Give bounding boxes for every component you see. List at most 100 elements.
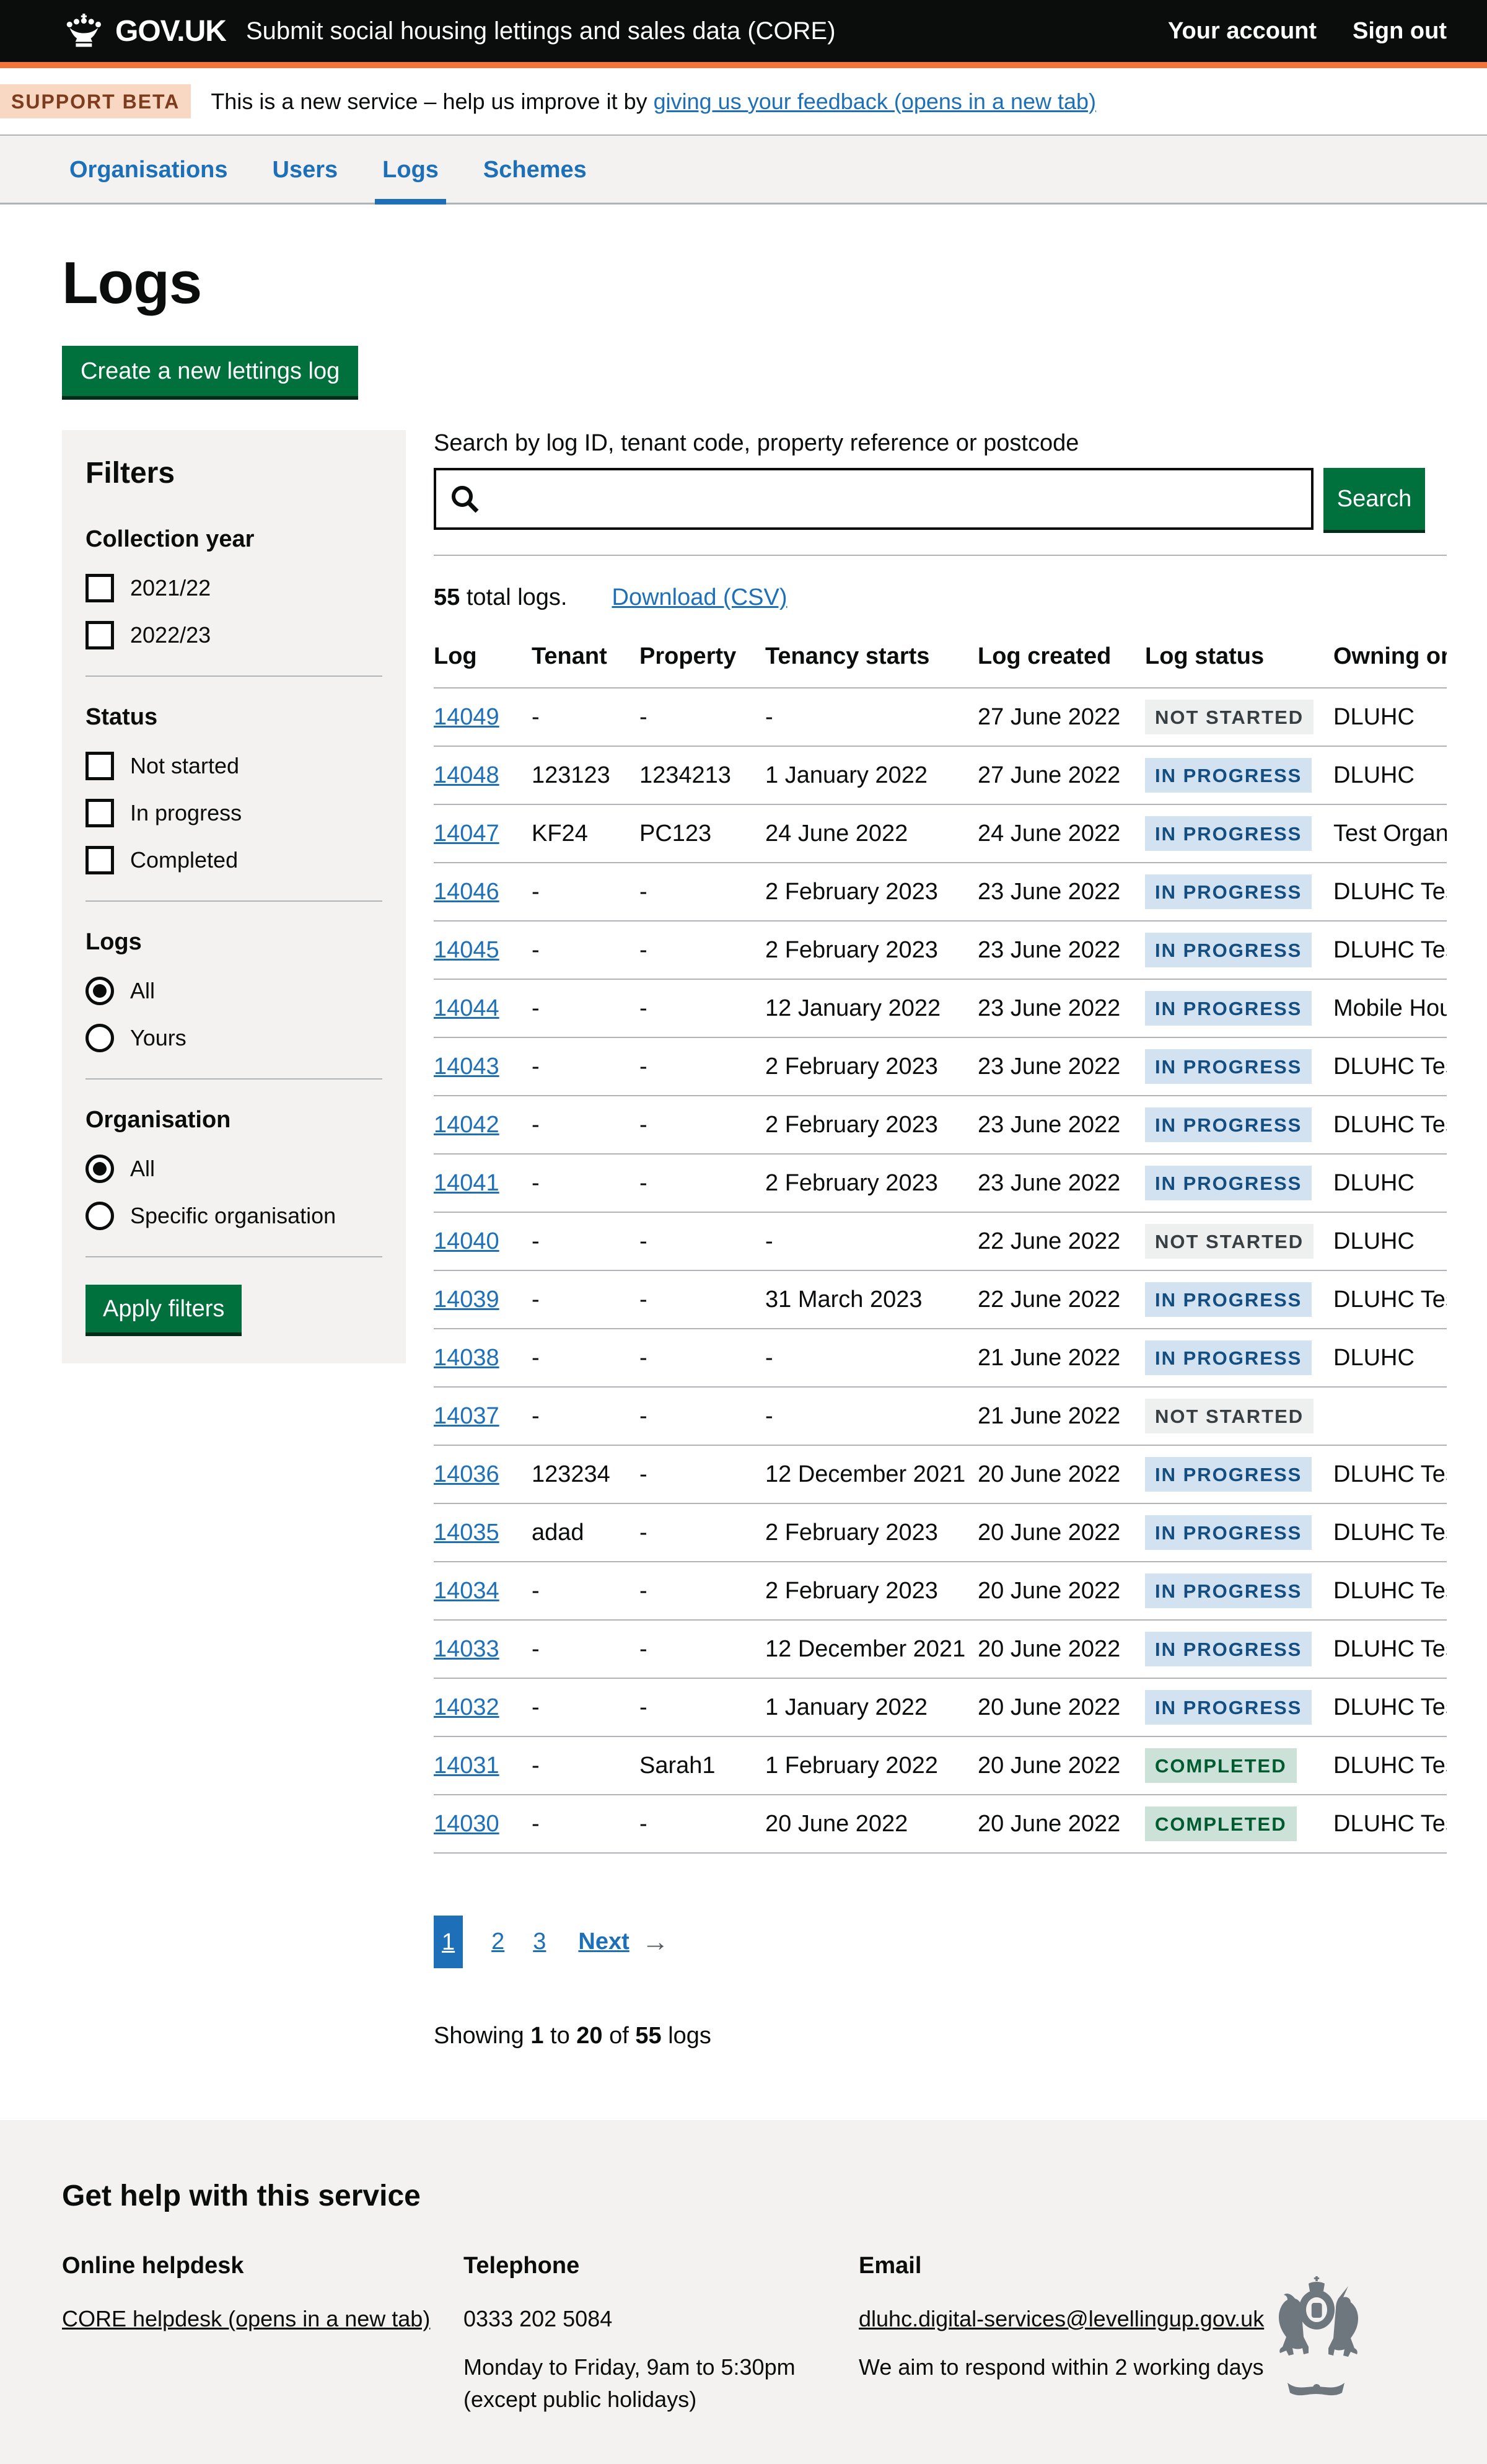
radio-logs-yours[interactable]: Yours — [86, 1024, 382, 1052]
checkbox-icon[interactable] — [86, 621, 114, 649]
email-link[interactable]: dluhc.digital-services@levellingup.gov.u… — [859, 2306, 1264, 2331]
tenancy-starts-cell: 2 February 2023 — [765, 1054, 978, 1080]
log-id-link[interactable]: 14033 — [434, 1636, 499, 1662]
checkbox-icon[interactable] — [86, 752, 114, 780]
log-id-link[interactable]: 14047 — [434, 821, 499, 847]
tenancy-starts-cell: 2 February 2023 — [765, 1112, 978, 1138]
radio-organisation-all[interactable]: All — [86, 1155, 382, 1183]
log-id-link[interactable]: 14043 — [434, 1054, 499, 1080]
service-name-link[interactable]: Submit social housing lettings and sales… — [246, 17, 1168, 45]
status-badge: IN PROGRESS — [1145, 933, 1312, 967]
helpdesk-heading: Online helpdesk — [62, 2253, 463, 2279]
core-helpdesk-link[interactable]: CORE helpdesk (opens in a new tab) — [62, 2306, 430, 2331]
radio-icon[interactable] — [86, 1024, 114, 1052]
nav-item-users[interactable]: Users — [265, 136, 346, 203]
checkbox-2022-23[interactable]: 2022/23 — [86, 621, 382, 649]
table-row: 14043 - - 2 February 2023 23 June 2022 I… — [434, 1038, 1447, 1096]
tenant-cell: - — [532, 1112, 639, 1138]
checkbox-not-started[interactable]: Not started — [86, 752, 382, 780]
create-lettings-log-button[interactable]: Create a new lettings log — [62, 346, 358, 396]
checkbox-in-progress[interactable]: In progress — [86, 799, 382, 827]
nav-item-schemes[interactable]: Schemes — [476, 136, 594, 203]
log-id-link[interactable]: 14049 — [434, 704, 499, 730]
search-label: Search by log ID, tenant code, property … — [434, 430, 1447, 457]
status-badge: IN PROGRESS — [1145, 1340, 1312, 1375]
log-id-link[interactable]: 14034 — [434, 1578, 499, 1604]
search-button[interactable]: Search — [1323, 468, 1425, 530]
pagination-page-1-current[interactable]: 1 — [434, 1916, 463, 1968]
checkbox-icon[interactable] — [86, 846, 114, 874]
property-cell: - — [639, 995, 765, 1022]
property-cell: - — [639, 1403, 765, 1430]
checkbox-icon[interactable] — [86, 799, 114, 827]
checkbox-label: Completed — [130, 847, 238, 873]
status-badge: IN PROGRESS — [1145, 1166, 1312, 1200]
log-created-cell: 24 June 2022 — [978, 821, 1145, 847]
crown-icon — [62, 14, 105, 48]
log-id-link[interactable]: 14040 — [434, 1228, 499, 1254]
radio-icon[interactable] — [86, 1202, 114, 1230]
property-cell: - — [639, 1287, 765, 1313]
radio-icon[interactable] — [86, 1155, 114, 1183]
total-logs-count: 55 — [434, 584, 460, 610]
tenant-cell: - — [532, 937, 639, 964]
log-id-link[interactable]: 14042 — [434, 1112, 499, 1138]
filters-divider — [86, 900, 382, 902]
log-id-link[interactable]: 14036 — [434, 1461, 499, 1487]
govuk-logo-link[interactable]: GOV.UK — [62, 14, 226, 48]
pagination-next-link[interactable]: Next — [578, 1929, 629, 1955]
checkbox-label: Not started — [130, 753, 239, 779]
radio-logs-all[interactable]: All — [86, 977, 382, 1005]
download-csv-link[interactable]: Download (CSV) — [612, 584, 787, 611]
tenancy-starts-cell: 24 June 2022 — [765, 821, 978, 847]
log-id-link[interactable]: 14038 — [434, 1345, 499, 1371]
log-id-link[interactable]: 14037 — [434, 1403, 499, 1429]
col-log-created: Log created — [978, 643, 1145, 670]
nav-item-organisations[interactable]: Organisations — [62, 136, 235, 203]
log-id-link[interactable]: 14032 — [434, 1694, 499, 1720]
tenant-cell: - — [532, 1054, 639, 1080]
feedback-link[interactable]: giving us your feedback (opens in a new … — [654, 89, 1096, 114]
tenant-cell: - — [532, 1636, 639, 1663]
status-badge: IN PROGRESS — [1145, 758, 1312, 793]
col-owning-organisation: Owning organisation — [1333, 643, 1447, 670]
results-divider — [434, 555, 1447, 556]
nav-item-logs[interactable]: Logs — [375, 136, 446, 205]
table-header-row: Log Tenant Property Tenancy starts Log c… — [434, 637, 1447, 689]
logs-heading: Logs — [86, 929, 382, 956]
your-account-link[interactable]: Your account — [1168, 18, 1317, 45]
filters-panel: Filters Collection year 2021/22 2022/23 … — [62, 430, 406, 1363]
pagination-page-2[interactable]: 2 — [491, 1929, 504, 1955]
apply-filters-button[interactable]: Apply filters — [86, 1285, 242, 1332]
checkbox-completed[interactable]: Completed — [86, 846, 382, 874]
log-id-link[interactable]: 14048 — [434, 762, 499, 788]
log-id-link[interactable]: 14030 — [434, 1811, 499, 1837]
table-row: 14030 - - 20 June 2022 20 June 2022 COMP… — [434, 1795, 1447, 1854]
log-id-link[interactable]: 14045 — [434, 937, 499, 963]
search-input[interactable] — [434, 468, 1314, 530]
property-cell: - — [639, 1694, 765, 1721]
status-badge: IN PROGRESS — [1145, 1573, 1312, 1608]
tenant-cell: - — [532, 1811, 639, 1837]
radio-icon[interactable] — [86, 977, 114, 1005]
tenant-cell: KF24 — [532, 821, 639, 847]
footer-email-column: Email dluhc.digital-services@levellingup… — [859, 2253, 1264, 2416]
table-row: 14035 adad - 2 February 2023 20 June 202… — [434, 1504, 1447, 1562]
log-id-link[interactable]: 14044 — [434, 995, 499, 1021]
log-id-link[interactable]: 14035 — [434, 1520, 499, 1546]
govuk-logotype: GOV.UK — [115, 14, 226, 48]
log-id-link[interactable]: 14039 — [434, 1287, 499, 1313]
log-id-link[interactable]: 14031 — [434, 1753, 499, 1779]
tenant-cell: adad — [532, 1520, 639, 1546]
pagination-page-3[interactable]: 3 — [533, 1929, 546, 1955]
radio-specific-organisation[interactable]: Specific organisation — [86, 1202, 382, 1230]
radio-label: All — [130, 1156, 155, 1182]
checkbox-icon[interactable] — [86, 574, 114, 602]
log-id-link[interactable]: 14041 — [434, 1170, 499, 1196]
table-row: 14048 123123 1234213 1 January 2022 27 J… — [434, 747, 1447, 805]
status-badge: NOT STARTED — [1145, 1399, 1314, 1433]
sign-out-link[interactable]: Sign out — [1353, 18, 1447, 45]
status-badge: IN PROGRESS — [1145, 1632, 1312, 1666]
checkbox-2021-22[interactable]: 2021/22 — [86, 574, 382, 602]
log-id-link[interactable]: 14046 — [434, 879, 499, 905]
